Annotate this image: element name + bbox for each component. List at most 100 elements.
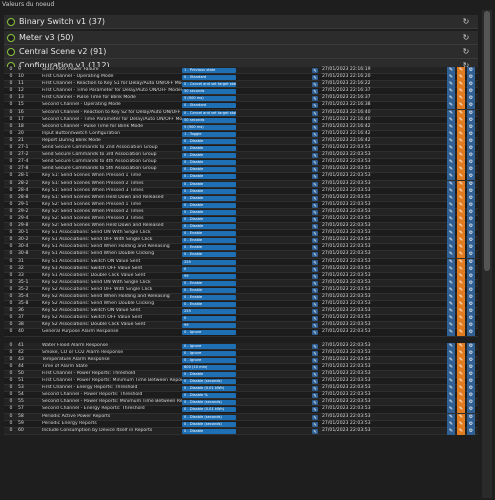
wrench-icon[interactable]: ✎ <box>312 181 318 187</box>
edit-icon[interactable]: ✎ <box>457 301 465 309</box>
gear-icon[interactable]: ⚙ <box>467 279 475 287</box>
value-select[interactable]: 0 - Enable <box>182 238 236 244</box>
edit-icon[interactable]: ✎ <box>457 258 465 266</box>
wrench-icon[interactable]: ✎ <box>312 357 318 363</box>
value-select[interactable]: 0 - Disable % <box>182 393 236 399</box>
gear-icon[interactable]: ⚙ <box>467 173 475 181</box>
section-header[interactable]: Meter v3 (50) ↻ <box>4 31 478 45</box>
pencil-icon[interactable]: ✎ <box>447 194 455 202</box>
value-select[interactable]: 0 - Ignore <box>182 350 236 356</box>
wrench-icon[interactable]: ✎ <box>312 266 318 272</box>
value-select[interactable]: 99 <box>182 323 236 329</box>
gear-icon[interactable]: ⚙ <box>467 315 475 323</box>
pencil-icon[interactable]: ✎ <box>447 315 455 323</box>
wrench-icon[interactable]: ✎ <box>312 428 318 434</box>
edit-icon[interactable]: ✎ <box>457 244 465 252</box>
edit-icon[interactable]: ✎ <box>457 201 465 209</box>
edit-icon[interactable]: ✎ <box>457 88 465 96</box>
wrench-icon[interactable]: ✎ <box>312 280 318 286</box>
gear-icon[interactable]: ⚙ <box>467 392 475 400</box>
edit-icon[interactable]: ✎ <box>457 392 465 400</box>
pencil-icon[interactable]: ✎ <box>447 406 455 414</box>
wrench-icon[interactable]: ✎ <box>312 96 318 102</box>
value-select[interactable]: 0 - Ignore <box>182 343 236 349</box>
pencil-icon[interactable]: ✎ <box>447 116 455 124</box>
wrench-icon[interactable]: ✎ <box>312 138 318 144</box>
wrench-icon[interactable]: ✎ <box>312 124 318 130</box>
wrench-icon[interactable]: ✎ <box>312 407 318 413</box>
gear-icon[interactable]: ⚙ <box>467 67 475 74</box>
pencil-icon[interactable]: ✎ <box>447 208 455 216</box>
pencil-icon[interactable]: ✎ <box>447 392 455 400</box>
wrench-icon[interactable]: ✎ <box>312 330 318 336</box>
value-select[interactable]: 0 - Disable <box>182 174 236 180</box>
gear-icon[interactable]: ⚙ <box>467 244 475 252</box>
section-header[interactable]: Binary Switch v1 (37) ↻ <box>4 15 478 29</box>
value-select[interactable]: 0 - Standard <box>182 75 236 81</box>
wrench-icon[interactable]: ✎ <box>312 252 318 258</box>
wrench-icon[interactable]: ✎ <box>312 323 318 329</box>
edit-icon[interactable]: ✎ <box>457 322 465 330</box>
gear-icon[interactable]: ⚙ <box>467 130 475 138</box>
value-select[interactable]: 0 - Disable <box>182 195 236 201</box>
gear-icon[interactable]: ⚙ <box>467 356 475 364</box>
wrench-icon[interactable]: ✎ <box>312 167 318 173</box>
edit-icon[interactable]: ✎ <box>457 145 465 153</box>
wrench-icon[interactable]: ✎ <box>312 259 318 265</box>
gear-icon[interactable]: ⚙ <box>467 420 475 428</box>
gear-icon[interactable]: ⚙ <box>467 294 475 301</box>
value-select[interactable]: 255 <box>182 309 236 315</box>
value-select[interactable]: 0 - Disable <box>182 428 236 434</box>
edit-icon[interactable]: ✎ <box>457 413 465 421</box>
pencil-icon[interactable]: ✎ <box>447 130 455 138</box>
wrench-icon[interactable]: ✎ <box>312 188 318 194</box>
edit-icon[interactable]: ✎ <box>457 152 465 160</box>
scrollbar-thumb[interactable] <box>484 11 490 271</box>
wrench-icon[interactable]: ✎ <box>312 131 318 137</box>
edit-icon[interactable]: ✎ <box>457 230 465 238</box>
value-select[interactable]: 0 - Disable <box>182 371 236 377</box>
value-select[interactable]: 0 - Disable <box>182 160 236 166</box>
wrench-icon[interactable]: ✎ <box>312 343 318 349</box>
value-select[interactable]: 0 - Enable <box>182 295 236 300</box>
edit-icon[interactable]: ✎ <box>457 420 465 428</box>
wrench-icon[interactable]: ✎ <box>312 414 318 420</box>
pencil-icon[interactable]: ✎ <box>447 137 455 145</box>
pencil-icon[interactable]: ✎ <box>447 215 455 223</box>
wrench-icon[interactable]: ✎ <box>312 160 318 166</box>
value-select[interactable]: 0 - Disable (seconds) <box>182 379 236 385</box>
value-select[interactable]: 0 - Ignore <box>182 330 236 336</box>
gear-icon[interactable]: ⚙ <box>467 427 475 435</box>
edit-icon[interactable]: ✎ <box>457 180 465 188</box>
gear-icon[interactable]: ⚙ <box>467 159 475 167</box>
wrench-icon[interactable]: ✎ <box>312 224 318 230</box>
value-select[interactable]: 0 - Disable (0.01 kWh) <box>182 386 236 392</box>
wrench-icon[interactable]: ✎ <box>312 393 318 399</box>
edit-icon[interactable]: ✎ <box>457 130 465 138</box>
pencil-icon[interactable]: ✎ <box>447 385 455 393</box>
wrench-icon[interactable]: ✎ <box>312 146 318 152</box>
wrench-icon[interactable]: ✎ <box>312 174 318 180</box>
wrench-icon[interactable]: ✎ <box>312 153 318 159</box>
wrench-icon[interactable]: ✎ <box>312 379 318 385</box>
value-select[interactable]: 99 <box>182 273 236 279</box>
value-select[interactable]: 0 - Cancel and set target state <box>182 110 236 116</box>
value-select[interactable]: 0 - Disable <box>182 138 236 144</box>
value-select[interactable]: 5 (500 ms) <box>182 96 236 102</box>
value-select[interactable]: 0 - Disable <box>182 202 236 208</box>
value-select[interactable]: 0 - Disable (seconds) <box>182 421 236 427</box>
value-select[interactable]: 0 - Disable <box>182 146 236 152</box>
pencil-icon[interactable]: ✎ <box>447 279 455 287</box>
edit-icon[interactable]: ✎ <box>457 237 465 245</box>
pencil-icon[interactable]: ✎ <box>447 308 455 316</box>
value-select[interactable]: 0 <box>182 316 236 322</box>
gear-icon[interactable]: ⚙ <box>467 399 475 407</box>
wrench-icon[interactable]: ✎ <box>312 202 318 208</box>
pencil-icon[interactable]: ✎ <box>447 223 455 231</box>
edit-icon[interactable]: ✎ <box>457 385 465 393</box>
gear-icon[interactable]: ⚙ <box>467 102 475 110</box>
pencil-icon[interactable]: ✎ <box>447 74 455 82</box>
pencil-icon[interactable]: ✎ <box>447 356 455 364</box>
wrench-icon[interactable]: ✎ <box>312 371 318 377</box>
value-select[interactable]: 0 - Disable (seconds) <box>182 414 236 420</box>
